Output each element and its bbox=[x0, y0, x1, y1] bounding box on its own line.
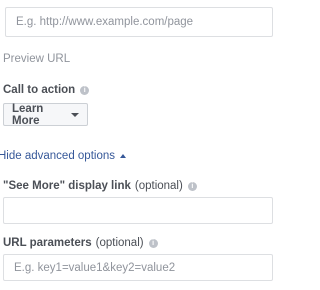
see-more-link-input[interactable] bbox=[3, 197, 273, 224]
destination-url-input[interactable]: E.g. http://www.example.com/page bbox=[5, 7, 273, 37]
url-parameters-input[interactable]: E.g. key1=value1&key2=value2 bbox=[3, 254, 273, 281]
see-more-link-label: "See More" display link (optional) i bbox=[3, 180, 197, 192]
call-to-action-label: Call to action i bbox=[3, 84, 90, 96]
url-parameters-placeholder: E.g. key1=value1&key2=value2 bbox=[14, 261, 176, 274]
hide-advanced-options-label: Hide advanced options bbox=[0, 150, 115, 162]
see-more-label-text: "See More" display link bbox=[3, 180, 131, 192]
call-to-action-dropdown[interactable]: Learn More bbox=[3, 102, 88, 127]
info-icon[interactable]: i bbox=[148, 238, 158, 248]
see-more-optional-text: (optional) bbox=[134, 180, 183, 192]
preview-url-link[interactable]: Preview URL bbox=[3, 53, 70, 65]
url-parameters-label-text: URL parameters bbox=[3, 237, 92, 249]
call-to-action-text: Call to action bbox=[3, 84, 76, 96]
info-icon[interactable]: i bbox=[80, 85, 90, 95]
chevron-down-icon bbox=[71, 112, 79, 117]
url-parameters-optional-text: (optional) bbox=[95, 237, 144, 249]
call-to-action-selected: Learn More bbox=[12, 102, 44, 127]
info-icon[interactable]: i bbox=[187, 181, 197, 191]
chevron-up-icon bbox=[120, 154, 126, 158]
destination-url-placeholder: E.g. http://www.example.com/page bbox=[16, 16, 194, 28]
url-parameters-label: URL parameters (optional) i bbox=[3, 237, 158, 249]
hide-advanced-options-toggle[interactable]: Hide advanced options bbox=[0, 150, 126, 162]
